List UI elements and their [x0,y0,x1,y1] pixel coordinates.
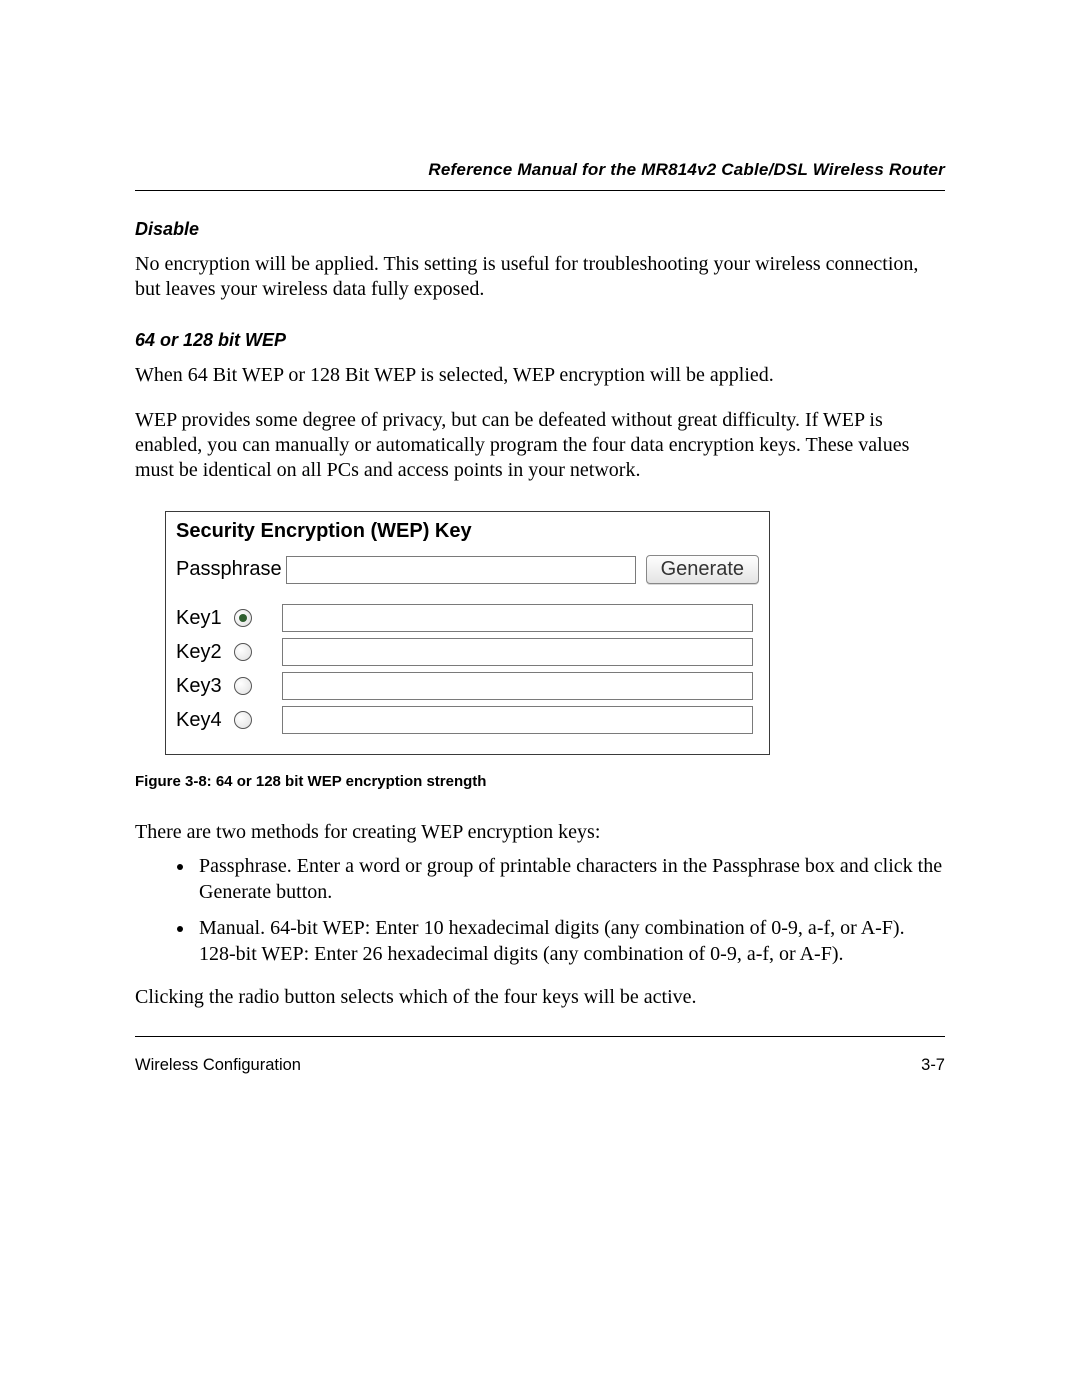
footer-page-number: 3-7 [921,1056,945,1075]
document-page: Reference Manual for the MR814v2 Cable/D… [0,0,1080,1397]
wep-key-label: Key3 [176,675,234,698]
list-item: Passphrase. Enter a word or group of pri… [195,853,945,905]
section-heading-wep: 64 or 128 bit WEP [135,330,945,351]
figure-wep-panel-wrap: Security Encryption (WEP) Key Passphrase… [165,511,770,755]
wep-keys-area: Key1 Key2 Key3 Key4 [166,588,769,754]
wep-key3-input[interactable] [282,672,753,700]
list-item: Manual. 64-bit WEP: Enter 10 hexadecimal… [195,915,945,967]
passphrase-row: Passphrase Generate [166,551,769,588]
wep-panel: Security Encryption (WEP) Key Passphrase… [165,511,770,755]
paragraph-disable: No encryption will be applied. This sett… [135,252,945,302]
passphrase-label: Passphrase [176,558,286,581]
footer-chapter-name: Wireless Configuration [135,1056,301,1075]
page-footer: Wireless Configuration 3-7 [135,1056,945,1075]
methods-list: Passphrase. Enter a word or group of pri… [135,853,945,967]
paragraph-methods-intro: There are two methods for creating WEP e… [135,820,945,845]
wep-key-label: Key4 [176,709,234,732]
footer-rule [135,1036,945,1037]
paragraph-closing: Clicking the radio button selects which … [135,985,945,1010]
wep-key3-radio[interactable] [234,677,252,695]
wep-panel-title: Security Encryption (WEP) Key [166,512,769,551]
paragraph-wep-1: When 64 Bit WEP or 128 Bit WEP is select… [135,363,945,388]
wep-key-label: Key2 [176,641,234,664]
wep-key-label: Key1 [176,607,234,630]
wep-key1-input[interactable] [282,604,753,632]
figure-caption: Figure 3-8: 64 or 128 bit WEP encryption… [135,773,945,790]
header-rule [135,190,945,191]
section-heading-disable: Disable [135,219,945,240]
wep-key4-radio[interactable] [234,711,252,729]
wep-key-row: Key2 [176,638,759,666]
paragraph-wep-2: WEP provides some degree of privacy, but… [135,408,945,483]
wep-key2-input[interactable] [282,638,753,666]
wep-key1-radio[interactable] [234,609,252,627]
wep-key-row: Key4 [176,706,759,734]
passphrase-input[interactable] [286,556,636,584]
wep-key4-input[interactable] [282,706,753,734]
wep-key-row: Key3 [176,672,759,700]
wep-key2-radio[interactable] [234,643,252,661]
page-header-title: Reference Manual for the MR814v2 Cable/D… [135,160,945,180]
generate-button[interactable]: Generate [646,555,759,584]
wep-key-row: Key1 [176,604,759,632]
